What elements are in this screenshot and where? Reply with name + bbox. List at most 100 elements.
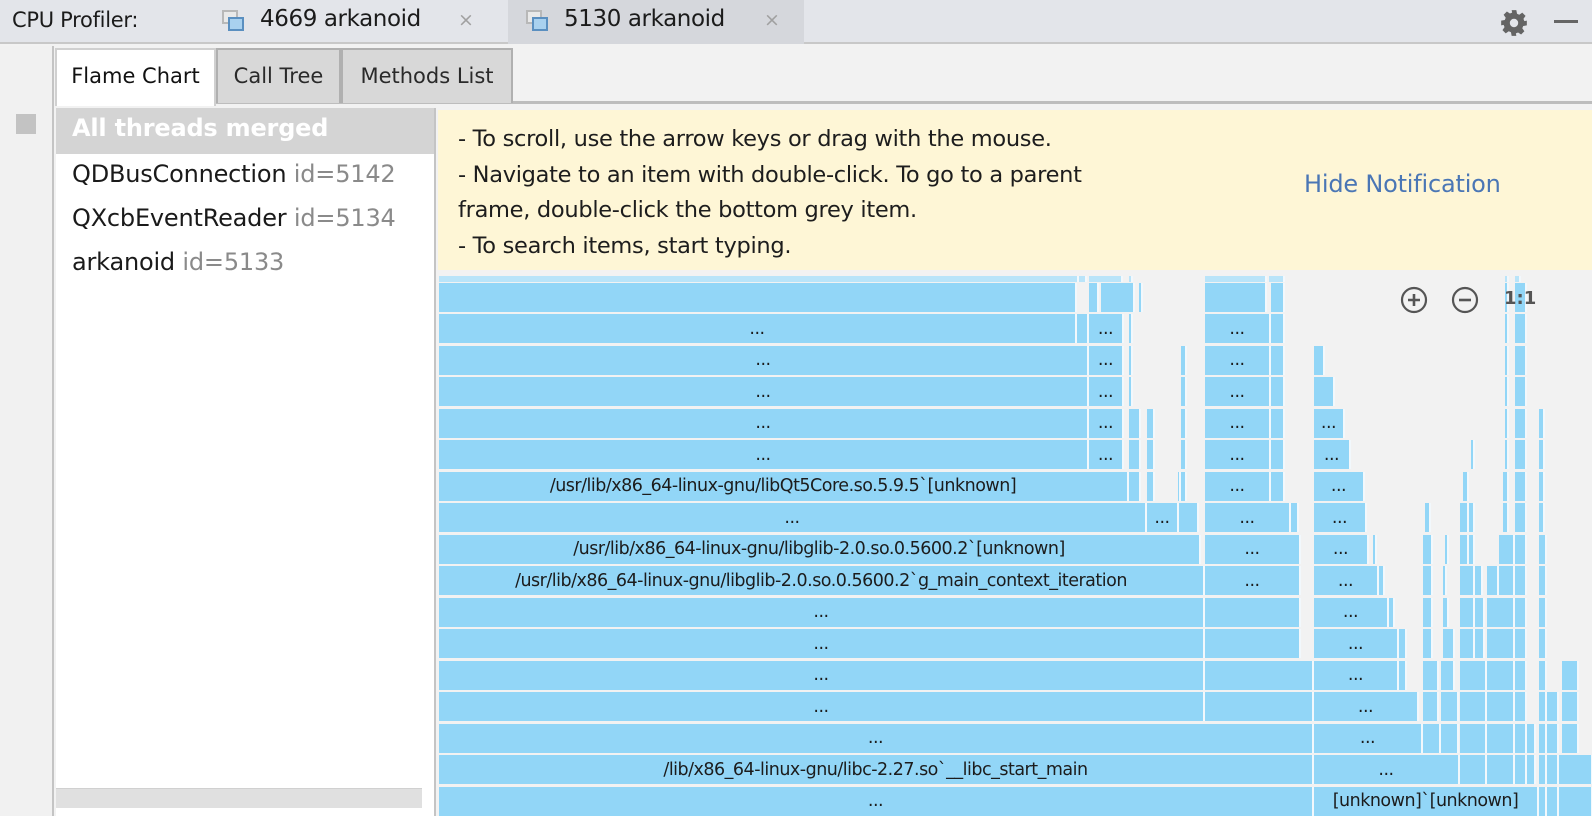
flame-frame[interactable] xyxy=(1089,282,1099,312)
flame-frame[interactable] xyxy=(1399,629,1407,658)
flame-frame[interactable] xyxy=(1515,314,1527,343)
flame-frame[interactable]: ... xyxy=(1205,534,1301,564)
flame-frame[interactable]: ... xyxy=(1314,755,1460,784)
flame-frame[interactable] xyxy=(1487,629,1515,658)
flame-frame[interactable] xyxy=(1423,566,1433,595)
flame-frame[interactable] xyxy=(1129,408,1141,438)
flame-frame[interactable] xyxy=(1271,314,1285,343)
flame-frame[interactable] xyxy=(1487,597,1515,627)
flame-frame[interactable] xyxy=(1205,692,1314,721)
flame-frame[interactable]: ... xyxy=(439,345,1089,375)
flame-frame[interactable] xyxy=(1425,503,1431,532)
flame-frame[interactable] xyxy=(1441,723,1459,753)
flame-frame[interactable] xyxy=(1547,692,1559,721)
flame-frame[interactable] xyxy=(1373,534,1377,564)
flame-frame[interactable] xyxy=(1515,755,1527,784)
zoom-reset-button[interactable]: 1:1 xyxy=(1504,288,1536,309)
close-icon[interactable]: × xyxy=(458,9,474,31)
tab-flame-chart[interactable]: Flame Chart xyxy=(55,48,216,106)
flame-chart[interactable]: ... [unknown]`[unknown]/lib/x86_64-linux-… xyxy=(438,270,1592,816)
flame-frame[interactable] xyxy=(1505,408,1509,438)
flame-frame[interactable] xyxy=(1314,377,1335,406)
flame-frame[interactable]: ... xyxy=(1089,345,1124,375)
flame-frame[interactable] xyxy=(1460,534,1469,564)
flame-frame[interactable] xyxy=(1515,503,1527,532)
flame-frame[interactable]: /usr/lib/x86_64-linux-gnu/libglib-2.0.so… xyxy=(439,534,1201,564)
flame-frame[interactable] xyxy=(1443,566,1447,595)
flame-chart-area[interactable]: ... [unknown]`[unknown]/lib/x86_64-linux-… xyxy=(438,270,1592,816)
flame-frame[interactable] xyxy=(1460,566,1475,595)
flame-frame[interactable] xyxy=(1181,440,1187,469)
flame-frame[interactable]: ... xyxy=(1089,314,1124,343)
flame-frame[interactable] xyxy=(1181,377,1187,406)
flame-frame[interactable] xyxy=(1271,408,1285,438)
flame-frame[interactable] xyxy=(1443,629,1455,658)
flame-frame[interactable] xyxy=(1547,786,1559,816)
flame-frame[interactable]: /usr/lib/x86_64-linux-gnu/libQt5Core.so.… xyxy=(439,471,1129,501)
flame-frame-truncated[interactable] xyxy=(1089,275,1123,282)
flame-frame[interactable] xyxy=(1515,723,1527,753)
flame-frame[interactable] xyxy=(1460,660,1487,690)
flame-frame[interactable] xyxy=(1505,345,1509,375)
flame-frame[interactable] xyxy=(1539,471,1545,501)
flame-frame[interactable] xyxy=(1179,503,1199,532)
flame-frame[interactable] xyxy=(1181,471,1187,501)
flame-frame[interactable] xyxy=(1271,282,1285,312)
stop-icon[interactable] xyxy=(16,114,36,134)
tab-call-tree[interactable]: Call Tree xyxy=(216,48,341,103)
flame-frame[interactable] xyxy=(1205,597,1301,627)
flame-frame[interactable]: ... xyxy=(1314,723,1423,753)
minimize-icon[interactable] xyxy=(1554,20,1578,23)
flame-frame[interactable] xyxy=(1475,629,1485,658)
flame-frame-truncated[interactable] xyxy=(1205,275,1267,282)
flame-frame[interactable] xyxy=(1487,660,1515,690)
flame-frame-truncated[interactable] xyxy=(1515,275,1521,282)
flame-frame[interactable] xyxy=(1505,440,1509,469)
flame-frame[interactable] xyxy=(1505,377,1509,406)
flame-frame[interactable] xyxy=(1515,629,1527,658)
flame-frame[interactable] xyxy=(1423,597,1433,627)
flame-frame[interactable]: ... xyxy=(439,503,1147,532)
flame-frame[interactable] xyxy=(1515,345,1527,375)
flame-frame[interactable] xyxy=(1539,597,1547,627)
flame-frame[interactable] xyxy=(1559,786,1592,816)
flame-frame[interactable] xyxy=(1562,660,1579,690)
tab-methods-list[interactable]: Methods List xyxy=(341,48,513,103)
flame-frame[interactable] xyxy=(1539,503,1545,532)
flame-frame[interactable] xyxy=(1539,692,1547,721)
flame-frame[interactable] xyxy=(1539,786,1547,816)
flame-frame[interactable] xyxy=(1515,377,1527,406)
flame-frame[interactable] xyxy=(1539,660,1547,690)
flame-frame[interactable] xyxy=(1423,534,1433,564)
flame-frame[interactable]: ... xyxy=(1314,629,1399,658)
flame-frame[interactable]: ... xyxy=(1205,440,1271,469)
flame-frame[interactable] xyxy=(1539,408,1545,438)
flame-frame-truncated[interactable] xyxy=(1079,275,1087,282)
flame-frame[interactable] xyxy=(1205,629,1301,658)
flame-frame[interactable] xyxy=(1559,755,1592,784)
flame-frame[interactable] xyxy=(1463,471,1469,501)
flame-frame[interactable] xyxy=(1515,534,1527,564)
hide-notification-link[interactable]: Hide Notification xyxy=(1304,170,1501,198)
flame-frame-truncated[interactable] xyxy=(439,275,1079,282)
flame-frame-truncated[interactable] xyxy=(1269,275,1285,282)
flame-frame[interactable] xyxy=(1515,440,1527,469)
flame-frame[interactable] xyxy=(1271,471,1285,501)
flame-frame[interactable] xyxy=(1547,755,1559,784)
flame-frame[interactable] xyxy=(1562,692,1579,721)
flame-frame[interactable] xyxy=(1271,440,1285,469)
flame-frame[interactable] xyxy=(1515,566,1527,595)
flame-frame[interactable] xyxy=(1499,566,1515,595)
flame-frame[interactable] xyxy=(1469,503,1475,532)
horizontal-scrollbar[interactable] xyxy=(56,788,422,808)
flame-frame[interactable] xyxy=(1487,755,1515,784)
flame-frame[interactable] xyxy=(1503,471,1509,501)
flame-frame[interactable]: ... xyxy=(439,629,1205,658)
flame-frame[interactable] xyxy=(1475,597,1485,627)
flame-frame[interactable]: ... xyxy=(1205,377,1271,406)
flame-frame[interactable]: ... xyxy=(1314,660,1399,690)
flame-frame[interactable] xyxy=(1379,566,1385,595)
flame-frame-truncated[interactable] xyxy=(1505,275,1509,282)
flame-frame[interactable] xyxy=(1441,660,1455,690)
zoom-out-icon[interactable] xyxy=(1451,286,1479,314)
